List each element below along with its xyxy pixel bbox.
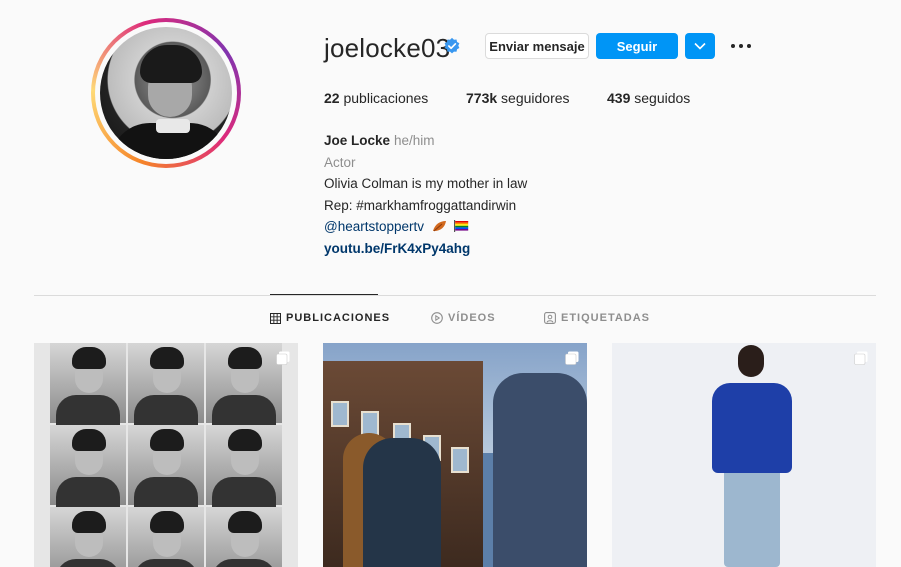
photo-cell [206,507,282,567]
following-count[interactable]: 439 seguidos [607,90,690,106]
tab-videos[interactable]: VÍDEOS [431,312,496,324]
chevron-down-icon [694,42,706,50]
photo-jacket [712,383,792,473]
photo-cell [128,507,204,567]
bio-line-1: Olivia Colman is my mother in law [324,176,528,191]
follow-button[interactable]: Seguir [596,33,678,59]
send-message-button[interactable]: Enviar mensaje [485,33,589,59]
carousel-icon [565,351,579,365]
verified-badge-icon [444,37,460,54]
post-thumbnail-1[interactable] [34,343,298,567]
posts-label: publicaciones [343,90,429,106]
bio-category: Actor [324,154,356,170]
carousel-icon [854,351,868,365]
profile-avatar-ring[interactable] [91,18,241,168]
photo-cell [206,343,282,425]
posts-count: 22 publicaciones [324,90,428,106]
bio-external-link[interactable]: youtu.be/FrK4xPy4ahg [324,238,744,260]
profile-bio: Joe Locke he/him Actor Olivia Colman is m… [324,130,744,259]
more-options-icon[interactable] [730,38,752,54]
autumn-leaf-icon [432,221,446,232]
bio-name-line: Joe Locke he/him [324,130,744,152]
tab-tagged[interactable]: ETIQUETADAS [544,312,650,324]
photo-cell [50,425,126,507]
photo-cell [128,343,204,425]
avatar [100,27,232,159]
username: joelocke03 [324,33,451,63]
grid-icon [270,312,281,324]
bio-line-3: @heartstoppertv [324,216,744,238]
following-value: 439 [607,90,631,106]
active-tab-indicator [270,294,378,295]
post-thumbnail-3[interactable] [612,343,876,567]
post-thumbnail-2[interactable] [323,343,587,567]
tab-tagged-label: ETIQUETADAS [561,312,651,324]
tab-posts[interactable]: PUBLICACIONES [270,312,390,324]
photo-jeans [724,468,780,567]
person-right [493,373,587,567]
play-icon [431,312,443,324]
pride-flag-icon [453,220,468,232]
following-label: seguidos [634,90,691,106]
heartstopper-mention-link[interactable]: @heartstoppertv [324,219,424,234]
followers-label: seguidores [501,90,570,106]
bio-line-2: Rep: #markhamfroggattandirwin [324,197,517,213]
posts-value: 22 [324,90,340,106]
person-center [363,438,441,567]
photo-cell [206,425,282,507]
photo-cell [50,507,126,567]
pronouns: he/him [394,133,435,148]
photo-head [738,345,764,377]
avatar-collar [156,119,190,133]
tab-videos-label: VÍDEOS [448,312,496,324]
tagged-icon [544,312,556,324]
suggested-accounts-button[interactable] [685,33,715,59]
photo-cell [50,343,126,425]
photo-cell [128,425,204,507]
tab-posts-label: PUBLICACIONES [286,312,391,324]
avatar-hair [140,45,202,83]
followers-value: 773k [466,90,498,106]
tabs-divider [34,295,876,296]
followers-count[interactable]: 773k seguidores [466,90,570,106]
carousel-icon [276,351,290,365]
full-name: Joe Locke [324,133,391,148]
